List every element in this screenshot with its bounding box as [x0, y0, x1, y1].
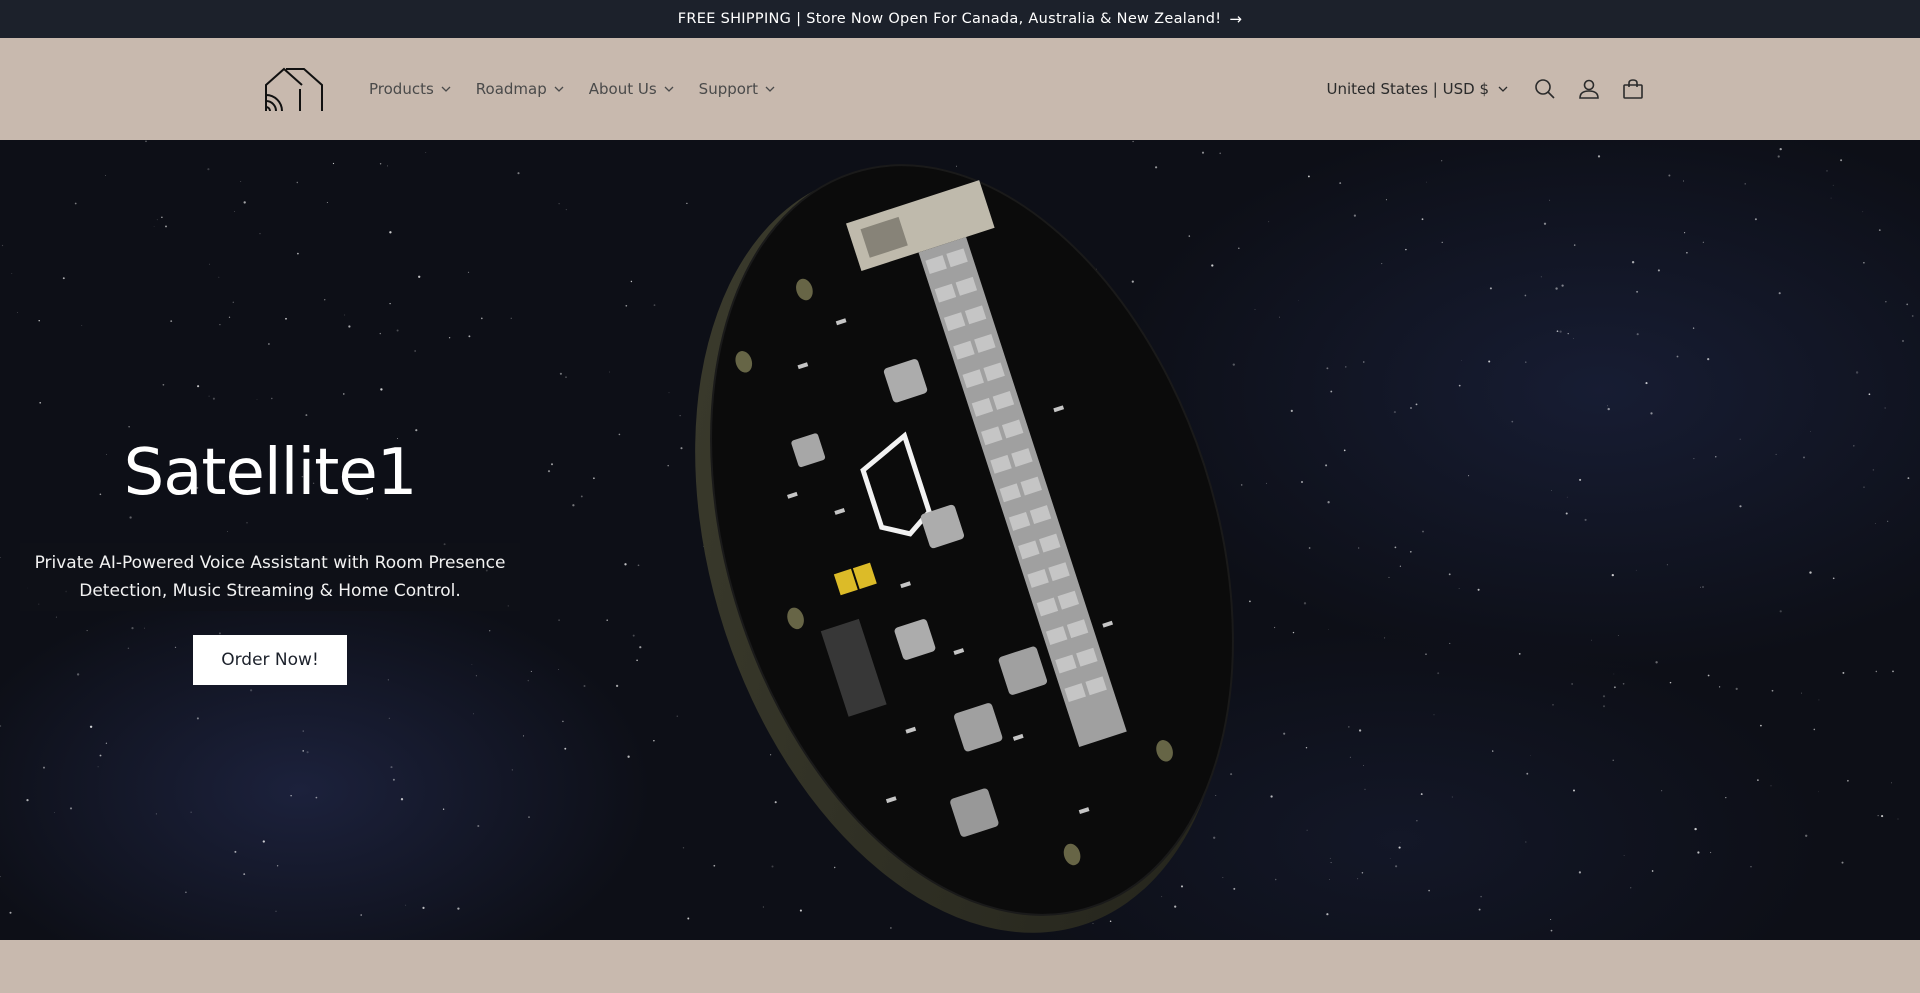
satellite1-circuit-board-image: [695, 164, 1234, 933]
cart-button[interactable]: [1611, 67, 1655, 111]
locale-label: United States | USD $: [1326, 80, 1489, 98]
house-signal-logo[interactable]: [264, 65, 326, 113]
order-now-button[interactable]: Order Now!: [193, 635, 347, 685]
account-icon: [1579, 79, 1599, 99]
cart-icon: [1623, 79, 1643, 99]
site-header: Products Roadmap About Us Support United…: [0, 38, 1920, 140]
below-fold-section: [0, 940, 1920, 993]
nav-label: About Us: [588, 80, 657, 98]
hero-title: Satellite1: [123, 436, 418, 510]
arrow-right-icon: →: [1229, 10, 1243, 28]
chevron-down-icon: [664, 86, 674, 92]
header-tools: United States | USD $: [1326, 38, 1655, 140]
chevron-down-icon: [1498, 86, 1508, 92]
hero-subtitle: Private AI-Powered Voice Assistant with …: [20, 543, 520, 611]
chevron-down-icon: [441, 86, 451, 92]
search-icon: [1535, 79, 1555, 99]
main-nav: Products Roadmap About Us Support: [369, 38, 776, 140]
nav-products[interactable]: Products: [369, 80, 452, 98]
hero-banner: Satellite1 Private AI-Powered Voice Assi…: [0, 140, 1920, 940]
nav-support[interactable]: Support: [699, 80, 776, 98]
nav-label: Support: [698, 80, 758, 98]
nav-label: Roadmap: [475, 80, 547, 98]
nav-label: Products: [369, 80, 434, 98]
search-button[interactable]: [1523, 67, 1567, 111]
nav-about-us[interactable]: About Us: [589, 80, 675, 98]
country-currency-selector[interactable]: United States | USD $: [1326, 80, 1509, 98]
chevron-down-icon: [765, 86, 775, 92]
announcement-bar[interactable]: FREE SHIPPING | Store Now Open For Canad…: [0, 0, 1920, 38]
announcement-text: FREE SHIPPING | Store Now Open For Canad…: [677, 11, 1222, 27]
nav-roadmap[interactable]: Roadmap: [476, 80, 565, 98]
chevron-down-icon: [554, 86, 564, 92]
account-button[interactable]: [1567, 67, 1611, 111]
